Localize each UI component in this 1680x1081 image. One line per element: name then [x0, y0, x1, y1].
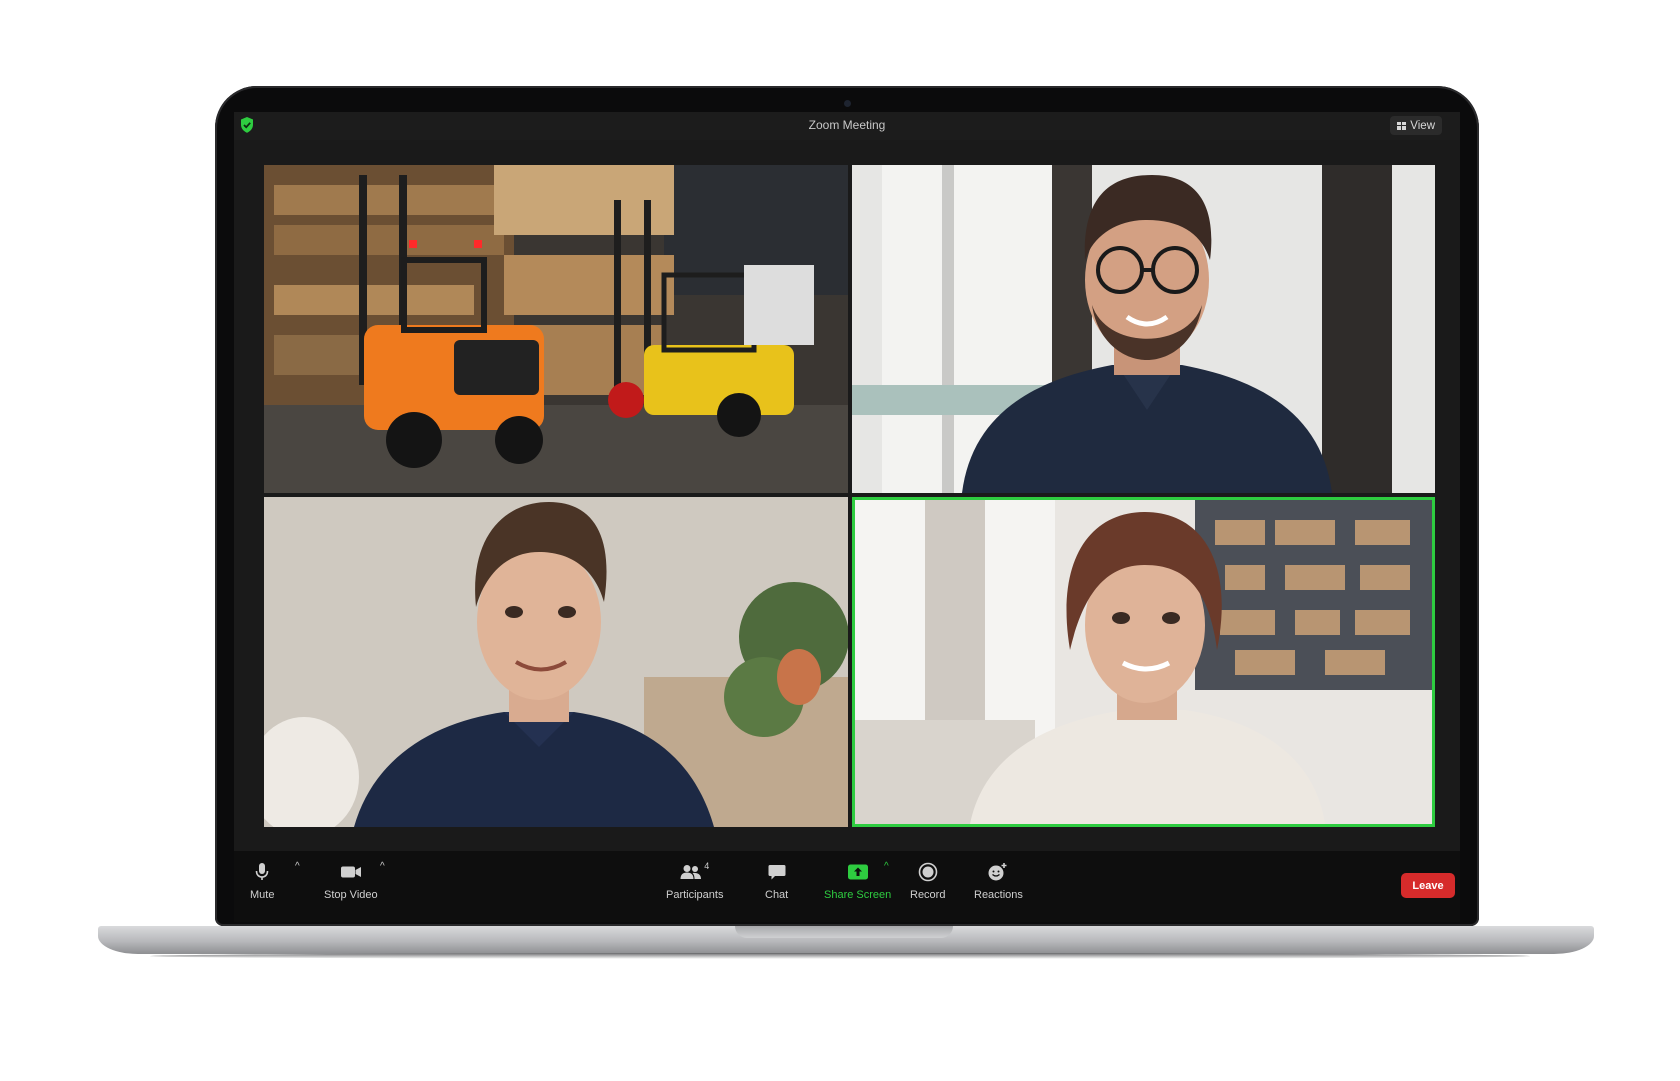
woman-video-frame [855, 500, 1432, 824]
view-button[interactable]: View [1390, 116, 1442, 135]
leave-meeting-button[interactable]: Leave [1401, 873, 1455, 898]
video-gallery [234, 140, 1460, 851]
mute-button[interactable]: Mute [250, 861, 274, 901]
laptop-shadow [150, 953, 1530, 959]
laptop-mockup: Zoom Meeting View Mute ^ Stop Video ^ 4 … [0, 0, 1680, 1081]
man-glasses-video-frame [852, 165, 1435, 493]
share-screen-label: Share Screen [824, 889, 892, 901]
participants-icon [680, 865, 702, 879]
video-tile-forklift-warehouse[interactable] [264, 165, 848, 493]
chat-button[interactable]: Chat [765, 861, 788, 901]
video-tile-man-glasses[interactable] [852, 165, 1435, 493]
video-options-chevron-up-icon[interactable]: ^ [380, 861, 385, 872]
audio-options-chevron-up-icon[interactable]: ^ [295, 861, 300, 872]
stop-video-label: Stop Video [324, 889, 378, 901]
meeting-toolbar: Mute ^ Stop Video ^ 4 Participants Chat … [234, 851, 1460, 922]
share-screen-arrow-up-icon [847, 864, 868, 880]
participants-count: 4 [704, 861, 710, 871]
mute-label: Mute [250, 889, 275, 901]
record-button[interactable]: Record [910, 861, 945, 901]
video-tile-man-smiling[interactable] [264, 497, 848, 827]
chat-bubble-icon [768, 864, 786, 879]
grid-view-icon [1397, 121, 1407, 130]
warehouse-video-frame [264, 165, 848, 493]
video-tile-woman-active-speaker[interactable] [852, 497, 1435, 827]
reactions-button[interactable]: Reactions [974, 861, 1023, 901]
video-camera-icon [340, 866, 361, 878]
title-bar: Zoom Meeting View [234, 112, 1460, 140]
smiley-reaction-icon [988, 863, 1007, 881]
zoom-window: Zoom Meeting View Mute ^ Stop Video ^ 4 … [234, 112, 1460, 922]
share-options-chevron-up-icon[interactable]: ^ [884, 861, 889, 872]
man-smiling-video-frame [264, 497, 848, 827]
stop-video-button[interactable]: Stop Video [324, 861, 378, 901]
microphone-icon [255, 863, 269, 880]
window-title: Zoom Meeting [808, 118, 886, 132]
share-screen-button[interactable]: Share Screen [824, 861, 891, 901]
webcam-icon [844, 100, 851, 107]
chat-label: Chat [765, 889, 789, 901]
view-label: View [1410, 119, 1435, 132]
participants-button[interactable]: 4 Participants [666, 861, 723, 901]
laptop-opening-notch [735, 926, 953, 938]
record-label: Record [910, 889, 946, 901]
record-icon [918, 862, 938, 882]
reactions-label: Reactions [974, 889, 1023, 901]
participants-label: Participants [666, 889, 724, 901]
